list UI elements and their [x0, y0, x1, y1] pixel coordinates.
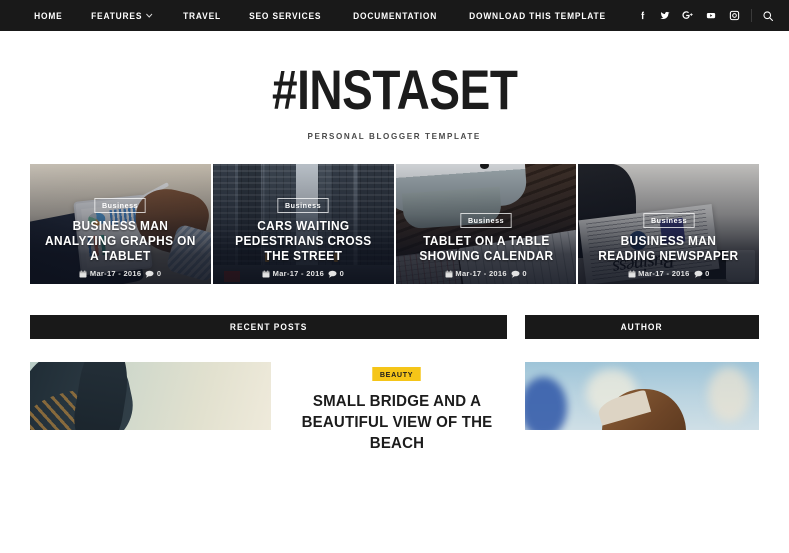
category-badge[interactable]: Business: [460, 213, 512, 228]
post-date-text: Mar-17 - 2016: [638, 269, 690, 278]
post-comments: 0: [328, 269, 344, 278]
featured-card-title[interactable]: BUSINESS MAN ANALYZING GRAPHS ON A TABLE…: [42, 219, 199, 264]
comment-icon: [145, 270, 154, 278]
nav-item-label: Features: [90, 10, 142, 21]
content-area: RECENT POSTS BEAUTY SMALL BRIDGE AND A B…: [0, 284, 789, 454]
post-date-text: Mar-17 - 2016: [272, 269, 325, 278]
featured-card-title[interactable]: BUSINESS MAN READING NEWSPAPER: [590, 234, 747, 264]
main-column: RECENT POSTS BEAUTY SMALL BRIDGE AND A B…: [30, 315, 507, 454]
recent-posts-title: RECENT POSTS: [229, 322, 308, 332]
featured-card-meta: Mar-17 - 2016 0: [221, 269, 386, 278]
featured-posts-slider: Business BUSINESS MAN ANALYZING GRAPHS O…: [0, 164, 789, 284]
post-date: Mar-17 - 2016: [262, 269, 324, 278]
nav-item-label: Download This Template: [469, 10, 607, 21]
featured-card-title[interactable]: TABLET ON A TABLE SHOWING CALENDAR: [408, 234, 565, 264]
calendar-icon: [262, 270, 270, 278]
google-plus-icon[interactable]: [677, 0, 700, 31]
author-photo: [525, 362, 759, 430]
recent-post-title[interactable]: SMALL BRIDGE AND A BEAUTIFUL VIEW OF THE…: [294, 391, 501, 454]
category-tag-beauty[interactable]: BEAUTY: [372, 367, 422, 381]
featured-card-body: Business TABLET ON A TABLE SHOWING CALEN…: [396, 210, 577, 278]
nav-item-download-this-template[interactable]: Download This Template: [457, 11, 618, 21]
featured-card-meta: Mar-17 - 2016 0: [38, 269, 203, 278]
social-links: [631, 0, 780, 31]
top-navigation-bar: Home Features Travel SEO Services Docume…: [0, 0, 789, 31]
post-comments: 0: [511, 269, 527, 278]
post-date: Mar-17 - 2016: [628, 269, 690, 278]
featured-card[interactable]: Business CARS WAITING PEDESTRIANS CROSS …: [212, 164, 394, 284]
site-header: #INSTASET PERSONAL BLOGGER TEMPLATE: [0, 31, 789, 164]
featured-card[interactable]: Business Business BUSINESS MAN READING N…: [578, 164, 759, 284]
comment-icon: [328, 270, 337, 278]
post-comments-count: 0: [339, 269, 345, 278]
sidebar-column: AUTHOR: [525, 315, 759, 454]
post-comments-count: 0: [522, 269, 527, 278]
chevron-down-icon: [145, 12, 153, 20]
recent-post-info: BEAUTY SMALL BRIDGE AND A BEAUTIFUL VIEW…: [287, 362, 507, 454]
featured-card-body: Business BUSINESS MAN ANALYZING GRAPHS O…: [30, 195, 211, 278]
featured-card-meta: Mar-17 - 2016 0: [586, 269, 751, 278]
nav-item-label: SEO Services: [249, 10, 322, 21]
post-comments: 0: [694, 269, 710, 278]
nav-item-seo-services[interactable]: SEO Services: [237, 11, 333, 21]
featured-card[interactable]: Business BUSINESS MAN ANALYZING GRAPHS O…: [30, 164, 211, 284]
post-date-text: Mar-17 - 2016: [455, 269, 507, 278]
author-widget-title: AUTHOR: [621, 322, 663, 332]
post-comments-count: 0: [156, 269, 162, 278]
nav-divider: [750, 9, 752, 22]
nav-item-label: Home: [34, 10, 63, 21]
post-comments-count: 0: [705, 269, 710, 278]
comment-icon: [694, 270, 703, 278]
twitter-icon[interactable]: [654, 0, 677, 31]
comment-icon: [511, 270, 520, 278]
featured-card-body: Business CARS WAITING PEDESTRIANS CROSS …: [213, 195, 394, 278]
facebook-icon[interactable]: [631, 0, 654, 31]
nav-item-travel[interactable]: Travel: [171, 11, 233, 21]
category-badge[interactable]: Business: [642, 213, 695, 228]
recent-post-thumbnail[interactable]: [30, 362, 271, 430]
site-logo[interactable]: #INSTASET: [272, 62, 518, 118]
post-date: Mar-17 - 2016: [79, 269, 141, 278]
nav-item-features[interactable]: Features: [79, 11, 165, 21]
author-portrait-image: [525, 362, 759, 430]
featured-card[interactable]: Business TABLET ON A TABLE SHOWING CALEN…: [395, 164, 577, 284]
youtube-icon[interactable]: [700, 0, 723, 31]
featured-card-title[interactable]: CARS WAITING PEDESTRIANS CROSS THE STREE…: [225, 219, 382, 264]
featured-card-meta: Mar-17 - 2016 0: [404, 269, 569, 278]
calendar-icon: [445, 270, 453, 278]
calendar-icon: [79, 270, 87, 278]
recent-posts-header: RECENT POSTS: [30, 315, 507, 339]
recent-post-item[interactable]: BEAUTY SMALL BRIDGE AND A BEAUTIFUL VIEW…: [30, 362, 507, 454]
featured-card-body: Business BUSINESS MAN READING NEWSPAPER …: [578, 210, 759, 278]
category-badge[interactable]: Business: [277, 198, 329, 213]
post-comments: 0: [145, 269, 161, 278]
recent-post-image-beach-silhouette: [30, 362, 271, 430]
search-icon[interactable]: [757, 0, 780, 31]
nav-item-documentation[interactable]: Documentation: [341, 11, 449, 21]
category-badge[interactable]: Business: [94, 198, 147, 213]
post-date: Mar-17 - 2016: [445, 269, 507, 278]
nav-item-label: Travel: [182, 10, 221, 21]
site-tagline: PERSONAL BLOGGER TEMPLATE: [307, 131, 482, 141]
post-date-text: Mar-17 - 2016: [89, 269, 142, 278]
instagram-icon[interactable]: [723, 0, 746, 31]
nav-item-label: Documentation: [353, 10, 438, 21]
nav-item-home[interactable]: Home: [22, 11, 75, 21]
calendar-icon: [628, 270, 636, 278]
author-widget-header: AUTHOR: [525, 315, 759, 339]
nav-menu: Home Features Travel SEO Services Docume…: [22, 11, 631, 21]
